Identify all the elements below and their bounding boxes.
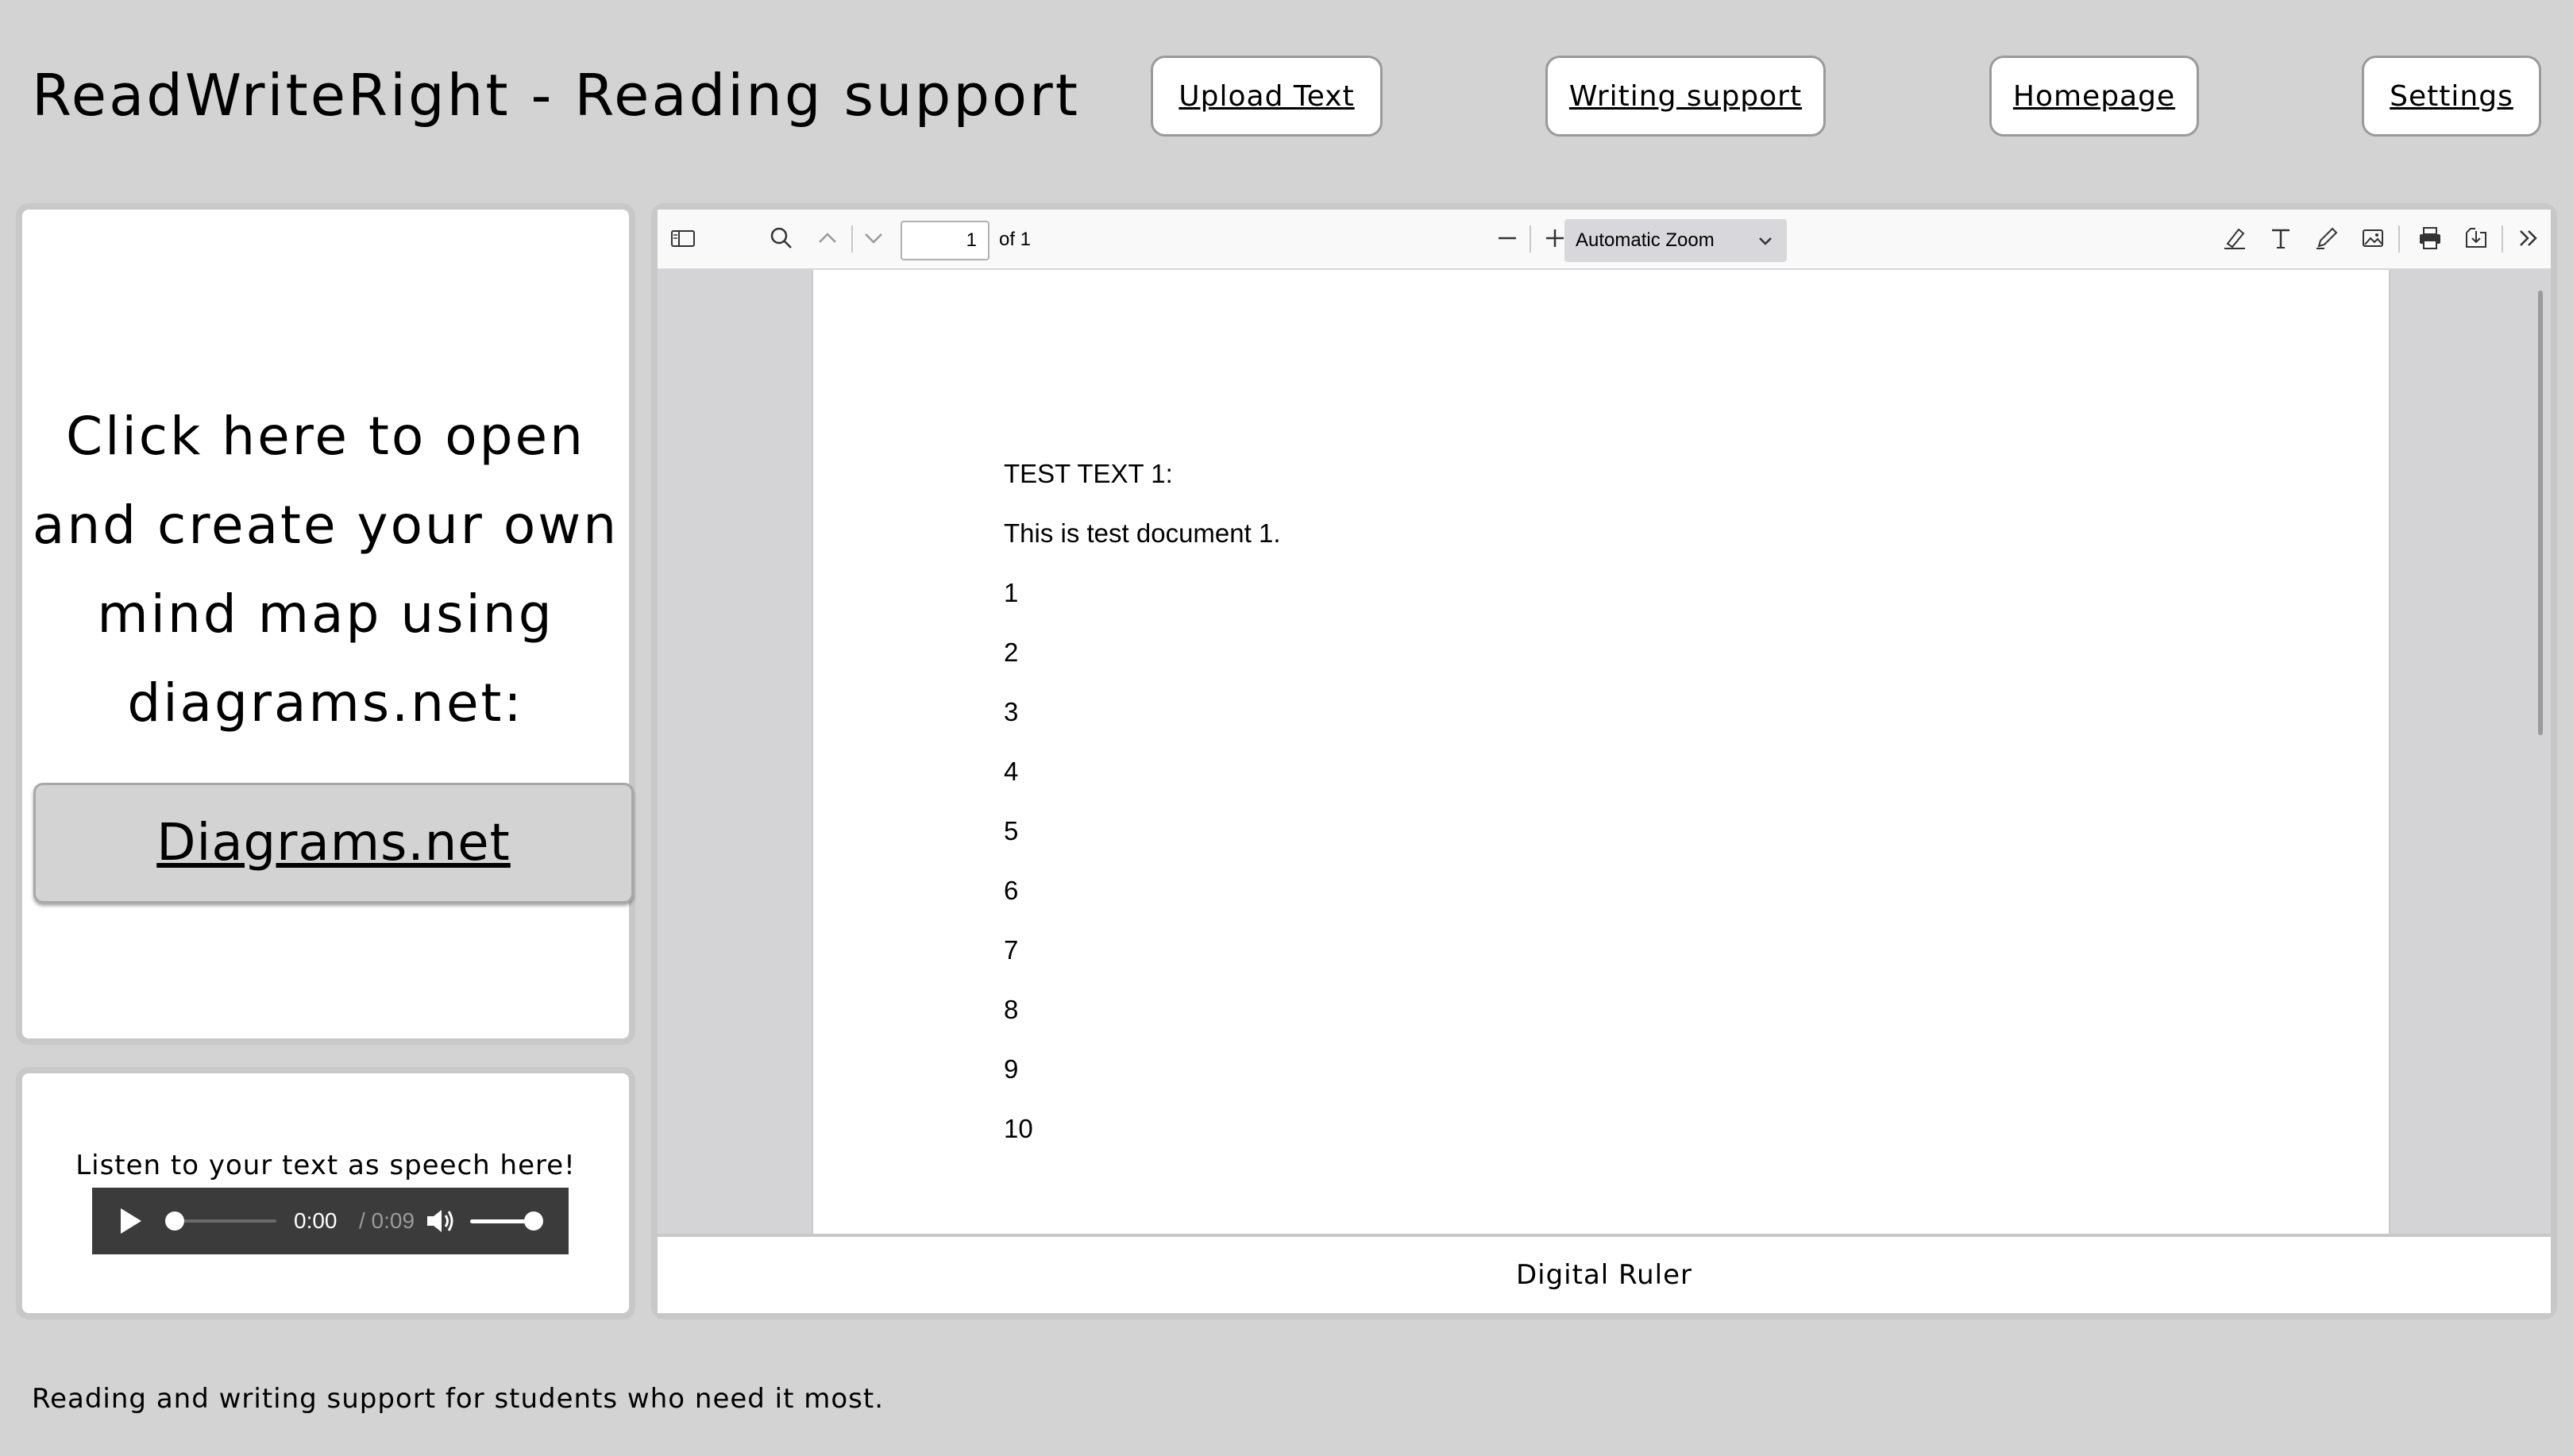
chevron-up-icon[interactable] <box>813 224 842 252</box>
volume-handle[interactable] <box>524 1211 543 1231</box>
pdf-content-area[interactable]: TEST TEXT 1: This is test document 1. 1 … <box>658 270 2551 1234</box>
mindmap-panel: Click here to open and create your own m… <box>16 203 635 1045</box>
text-tool-icon[interactable] <box>2266 224 2295 252</box>
upload-text-button[interactable]: Upload Text <box>1151 56 1383 137</box>
zoom-value: Automatic Zoom <box>1576 229 1715 251</box>
header: ReadWriteRight - Reading support Upload … <box>0 0 2573 191</box>
image-icon[interactable] <box>2359 224 2387 252</box>
play-icon[interactable] <box>121 1208 141 1234</box>
sidebar-toggle-icon[interactable] <box>669 224 697 252</box>
minus-icon[interactable] <box>1493 224 1522 252</box>
zoom-select[interactable]: Automatic Zoom <box>1564 219 1787 262</box>
footer: Reading and writing support for students… <box>0 1334 2573 1456</box>
duration: / 0:09 <box>359 1208 415 1233</box>
chevron-down-icon[interactable] <box>859 224 888 252</box>
printer-icon[interactable] <box>2416 224 2444 252</box>
pdf-toolbar: of 1 Automatic Zoom <box>658 210 2551 270</box>
page-number-input[interactable] <box>901 221 989 260</box>
pdf-page: TEST TEXT 1: This is test document 1. 1 … <box>813 270 2389 1234</box>
mindmap-prompt: Click here to open and create your own m… <box>32 406 619 734</box>
settings-button[interactable]: Settings <box>2362 56 2541 137</box>
digital-ruler[interactable]: Digital Ruler <box>658 1234 2551 1313</box>
writing-support-button[interactable]: Writing support <box>1545 56 1826 137</box>
pencil-icon[interactable] <box>2313 224 2341 252</box>
document-line: 6 <box>1004 876 1019 905</box>
document-line: 10 <box>1004 1114 1033 1143</box>
document-line: 2 <box>1004 637 1019 667</box>
document-line: 1 <box>1004 578 1019 607</box>
site-title: ReadWriteRight - Reading support <box>32 62 1080 129</box>
current-time: 0:00 <box>294 1208 338 1233</box>
volume-icon[interactable] <box>424 1207 456 1235</box>
document-line: 7 <box>1004 935 1019 965</box>
homepage-button[interactable]: Homepage <box>1989 56 2199 137</box>
document-line: 8 <box>1004 995 1019 1024</box>
diagrams-net-button[interactable]: Diagrams.net <box>33 783 634 903</box>
search-icon[interactable] <box>767 224 796 252</box>
pdf-viewer-panel: of 1 Automatic Zoom <box>651 203 2557 1319</box>
document-line: 9 <box>1004 1054 1019 1084</box>
vertical-scrollbar[interactable] <box>2538 291 2543 735</box>
audio-label: Listen to your text as speech here! <box>75 1150 576 1181</box>
page-total: of 1 <box>999 229 1032 250</box>
seek-handle[interactable] <box>165 1211 184 1231</box>
audio-player: 0:00 / 0:09 <box>92 1188 569 1254</box>
audio-panel: Listen to your text as speech here! 0:00… <box>16 1067 635 1319</box>
double-chevron-right-icon[interactable] <box>2514 224 2543 252</box>
document-line: This is test document 1. <box>1004 518 1281 548</box>
seek-bar[interactable] <box>172 1219 276 1223</box>
footer-text: Reading and writing support for students… <box>32 1383 885 1415</box>
ruler-label: Digital Ruler <box>1515 1259 1693 1291</box>
document-line: 5 <box>1004 816 1019 845</box>
document-line: TEST TEXT 1: <box>1004 459 1173 488</box>
document-line: 4 <box>1004 757 1019 786</box>
document-line: 3 <box>1004 697 1019 726</box>
highlighter-icon[interactable] <box>2220 224 2249 252</box>
download-icon[interactable] <box>2462 224 2490 252</box>
chevron-down-icon <box>1759 237 1772 245</box>
